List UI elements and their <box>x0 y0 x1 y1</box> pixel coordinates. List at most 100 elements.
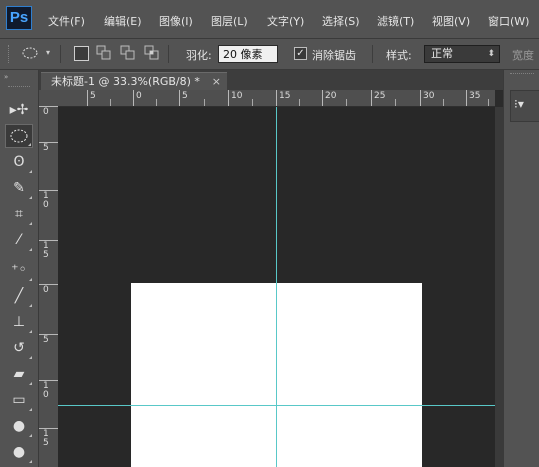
healing-icon: ⁺◦ <box>11 262 27 278</box>
eraser-icon: ▰ <box>13 366 25 382</box>
ruler-tick <box>443 99 444 106</box>
toolbox-grip[interactable] <box>8 86 30 88</box>
blur-tool[interactable]: ● <box>5 414 33 438</box>
close-icon[interactable]: × <box>212 73 221 91</box>
ruler-tick <box>299 99 300 106</box>
ruler-label: 0 <box>43 107 49 117</box>
antialias-label: 消除锯齿 <box>312 49 356 62</box>
feather-input[interactable]: 20 像素 <box>218 45 278 63</box>
options-bar-grip[interactable] <box>8 45 12 63</box>
tool-preset-dropdown-icon[interactable]: ▾ <box>46 48 50 57</box>
tool-flyout-indicator <box>29 460 32 463</box>
crop-tool[interactable]: ⌗ <box>5 202 33 226</box>
dodge-icon: ● <box>12 444 26 460</box>
gradient-tool[interactable]: ▭ <box>5 388 33 412</box>
right-panel-dock <box>503 70 539 467</box>
ruler-label: 0 <box>136 91 142 101</box>
eraser-tool[interactable]: ▰ <box>5 362 33 386</box>
elliptical-marquee-icon[interactable] <box>22 46 40 60</box>
ruler-label: 10 <box>231 91 243 101</box>
tool-flyout-indicator <box>29 330 32 333</box>
ruler-tick <box>346 99 347 106</box>
clone-stamp-tool[interactable]: ⊥ <box>5 310 33 334</box>
menu-layer[interactable]: 图层(L) <box>211 13 248 29</box>
tool-flyout-indicator <box>28 143 31 146</box>
ruler-tick <box>276 90 277 106</box>
tool-flyout-indicator <box>29 196 32 199</box>
style-select-value: 正常 <box>431 47 453 60</box>
quick-selection-tool[interactable]: ✎ <box>5 176 33 200</box>
menu-view[interactable]: 视图(V) <box>432 13 470 29</box>
separator <box>60 45 61 63</box>
menu-edit[interactable]: 编辑(E) <box>104 13 142 29</box>
ruler-label: 1 0 <box>43 381 49 400</box>
elliptical-marquee-tool[interactable] <box>5 124 33 148</box>
width-label: 宽度 <box>512 49 534 62</box>
ruler-tick <box>228 90 229 106</box>
tool-flyout-indicator <box>29 222 32 225</box>
horizontal-ruler[interactable]: 5 0 5 10 15 20 25 30 35 <box>58 90 495 107</box>
photoshop-logo[interactable]: Ps <box>6 6 32 30</box>
brush-tool[interactable]: ╱ <box>5 284 33 308</box>
ruler-label: 20 <box>325 91 337 101</box>
stamp-icon: ⊥ <box>12 314 26 330</box>
quick-selection-icon: ✎ <box>13 180 25 196</box>
antialias-checkbox[interactable]: ✓ <box>294 47 307 60</box>
ruler-label: 5 <box>43 335 49 345</box>
ruler-tick <box>133 90 134 106</box>
spot-healing-tool[interactable]: ⁺◦ <box>5 258 33 282</box>
ruler-tick <box>420 90 421 106</box>
menu-select[interactable]: 选择(S) <box>322 13 360 29</box>
vertical-scrollbar[interactable] <box>495 107 503 467</box>
lasso-tool[interactable]: ʘ <box>5 150 33 174</box>
tool-flyout-indicator <box>29 248 32 251</box>
menu-image[interactable]: 图像(I) <box>159 13 193 29</box>
ruler-origin[interactable] <box>39 90 59 107</box>
canvas-workspace[interactable] <box>58 107 495 467</box>
menu-window[interactable]: 窗口(W) <box>488 13 529 29</box>
ruler-label: 15 <box>279 91 291 101</box>
tool-flyout-indicator <box>29 304 32 307</box>
horizontal-guide[interactable] <box>58 405 495 406</box>
move-tool[interactable]: ▸✢ <box>5 98 33 122</box>
menu-type[interactable]: 文字(Y) <box>267 13 304 29</box>
ruler-label: 5 <box>182 91 188 101</box>
history-brush-tool[interactable]: ↺ <box>5 336 33 360</box>
panel-dock-grip[interactable] <box>510 73 534 75</box>
document-tab[interactable]: 未标题-1 @ 33.3%(RGB/8) * × <box>41 72 227 90</box>
tool-flyout-indicator <box>29 434 32 437</box>
ruler-label: 5 <box>43 143 49 153</box>
feather-label: 羽化: <box>186 49 212 62</box>
document-tab-title: 未标题-1 @ 33.3%(RGB/8) * <box>51 75 200 88</box>
brush-icon: ╱ <box>14 288 24 304</box>
menu-bar: Ps 文件(F) 编辑(E) 图像(I) 图层(L) 文字(Y) 选择(S) 滤… <box>0 0 539 39</box>
gradient-icon: ▭ <box>12 392 26 408</box>
history-brush-icon: ↺ <box>13 340 25 356</box>
ruler-label: 5 <box>90 91 96 101</box>
ruler-tick <box>156 99 157 106</box>
menu-file[interactable]: 文件(F) <box>48 13 85 29</box>
collapse-panel-icon[interactable]: » <box>4 73 8 81</box>
style-label: 样式: <box>386 49 412 62</box>
eyedropper-tool[interactable]: ⁄ <box>5 228 33 252</box>
add-to-selection-icon[interactable] <box>96 45 112 61</box>
ruler-label: 30 <box>423 91 435 101</box>
subtract-from-selection-icon[interactable] <box>120 45 136 61</box>
ruler-label: 35 <box>469 91 481 101</box>
properties-panel-icon[interactable]: ⁝▾ <box>514 97 524 111</box>
separator <box>168 45 169 63</box>
ruler-tick <box>110 99 111 106</box>
ruler-tick <box>252 99 253 106</box>
ruler-label: 0 <box>43 285 49 295</box>
vertical-ruler[interactable]: 0 5 1 0 1 5 0 5 1 0 1 5 <box>39 106 59 467</box>
dodge-tool[interactable]: ● <box>5 440 33 464</box>
intersect-selection-icon[interactable] <box>144 45 160 61</box>
menu-filter[interactable]: 滤镜(T) <box>377 13 414 29</box>
ruler-tick <box>87 90 88 106</box>
ruler-tick <box>466 90 467 106</box>
ruler-label: 1 5 <box>43 241 49 260</box>
vertical-guide[interactable] <box>276 107 277 467</box>
separator <box>372 45 373 63</box>
style-select[interactable]: 正常 ⬍ <box>424 45 500 63</box>
new-selection-button[interactable] <box>74 46 89 61</box>
